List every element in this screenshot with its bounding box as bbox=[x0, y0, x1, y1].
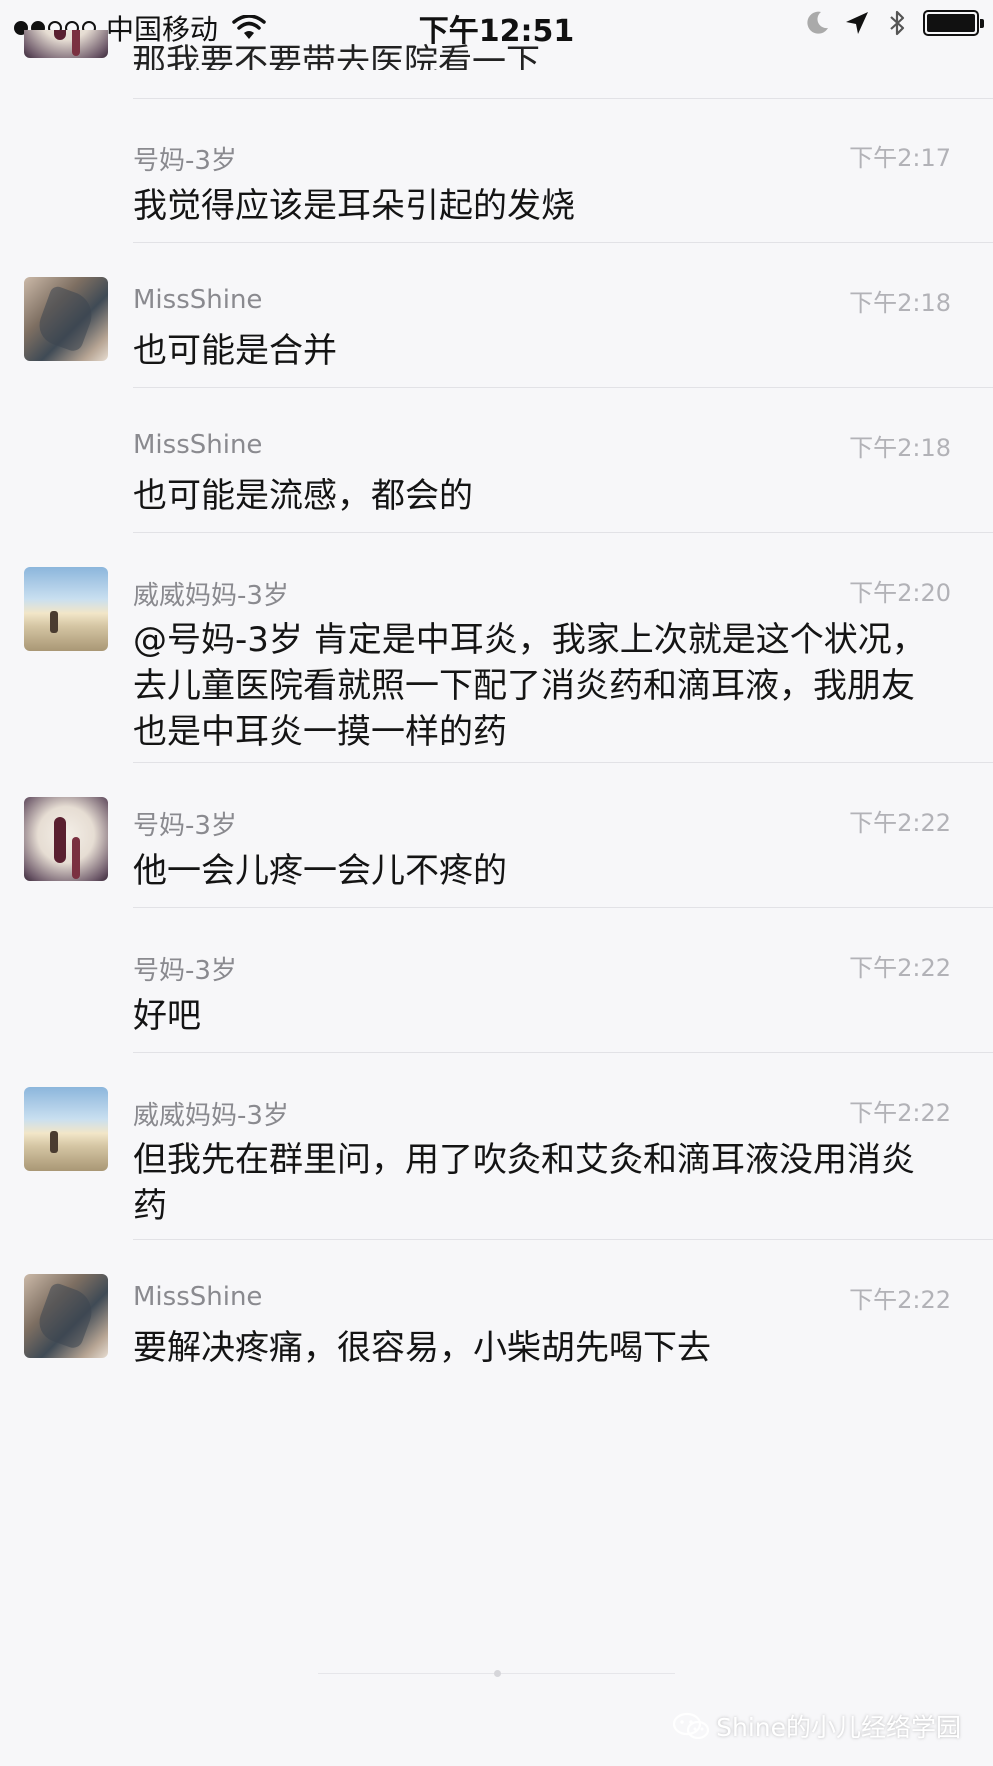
sender-name: 号妈-3岁 bbox=[133, 956, 237, 986]
message-text: 要解决疼痛，很容易，小柴胡先喝下去 bbox=[133, 1328, 711, 1368]
message-time: 下午2:22 bbox=[849, 1286, 951, 1314]
bottom-divider-dot bbox=[494, 1670, 501, 1677]
sender-name: 号妈-3岁 bbox=[133, 146, 237, 176]
message-text: 好吧 bbox=[133, 996, 201, 1036]
message-item[interactable]: 号妈-3岁 下午2:22 他一会儿疼一会儿不疼的 bbox=[0, 763, 993, 908]
wechat-icon bbox=[673, 1712, 710, 1740]
sender-name: 号妈-3岁 bbox=[133, 811, 237, 841]
message-time: 下午2:22 bbox=[849, 809, 951, 837]
message-time: 下午2:20 bbox=[849, 579, 951, 607]
sender-name: MissShine bbox=[133, 430, 263, 460]
missshine-avatar[interactable] bbox=[24, 277, 108, 361]
message-text: @号妈-3岁 肯定是中耳炎，我家上次就是这个状况，去儿童医院看就照一下配了消炎药… bbox=[133, 620, 926, 752]
message-time: 下午2:17 bbox=[849, 144, 951, 172]
message-text: 那我要不要带去医院看一下 bbox=[132, 42, 540, 70]
message-time: 下午2:18 bbox=[849, 434, 951, 462]
beach-avatar[interactable] bbox=[24, 567, 108, 651]
message-item[interactable]: 号妈-3岁 下午2:17 我觉得应该是耳朵引起的发烧 bbox=[0, 98, 993, 243]
sender-name: 威威妈妈-3岁 bbox=[133, 1101, 289, 1131]
sender-name: 威威妈妈-3岁 bbox=[133, 581, 289, 611]
message-text: 也可能是合并 bbox=[133, 331, 337, 371]
message-text: 我觉得应该是耳朵引起的发烧 bbox=[133, 186, 575, 226]
message-item[interactable]: 威威妈妈-3岁 下午2:20 @号妈-3岁 肯定是中耳炎，我家上次就是这个状况，… bbox=[0, 533, 993, 763]
message-time: 下午2:22 bbox=[849, 1099, 951, 1127]
message-item[interactable]: MissShine 下午2:18 也可能是合并 bbox=[0, 243, 993, 388]
message-text: 也可能是流感，都会的 bbox=[133, 476, 473, 516]
message-time: 下午2:22 bbox=[849, 954, 951, 982]
mother-child-avatar bbox=[24, 30, 108, 58]
message-time: 下午2:18 bbox=[849, 289, 951, 317]
message-text: 但我先在群里问，用了吹灸和艾灸和滴耳液没用消炎药 bbox=[133, 1140, 915, 1226]
message-item[interactable]: MissShine 下午2:22 要解决疼痛，很容易，小柴胡先喝下去 bbox=[0, 1240, 993, 1385]
sender-name: MissShine bbox=[133, 1282, 263, 1312]
beach-avatar[interactable] bbox=[24, 1087, 108, 1171]
message-item[interactable]: MissShine 下午2:18 也可能是流感，都会的 bbox=[0, 388, 993, 533]
partial-message: 那我要不要带去医院看一下 bbox=[0, 30, 993, 70]
message-text: 他一会儿疼一会儿不疼的 bbox=[133, 851, 507, 891]
watermark: Shine的小儿经络学园 bbox=[672, 1708, 961, 1744]
mother-child-avatar[interactable] bbox=[24, 797, 108, 881]
watermark-text: Shine的小儿经络学园 bbox=[716, 1713, 961, 1742]
missshine-avatar[interactable] bbox=[24, 1274, 108, 1358]
message-item[interactable]: 威威妈妈-3岁 下午2:22 但我先在群里问，用了吹灸和艾灸和滴耳液没用消炎药 bbox=[0, 1053, 993, 1240]
sender-name: MissShine bbox=[133, 285, 263, 315]
message-item[interactable]: 号妈-3岁 下午2:22 好吧 bbox=[0, 908, 993, 1053]
